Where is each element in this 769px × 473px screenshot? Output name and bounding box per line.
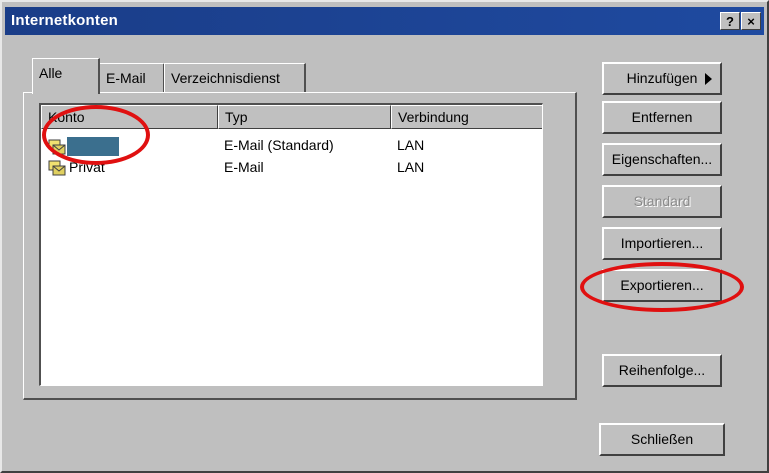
row-typ: E-Mail [224,159,264,175]
window-title: Internetkonten [11,12,118,29]
close-window-button[interactable]: × [741,12,761,30]
row-typ: E-Mail (Standard) [224,137,334,153]
add-button-label: Hinzufügen [626,70,698,86]
add-button[interactable]: Hinzufügen [602,62,722,95]
import-button[interactable]: Importieren... [602,227,722,260]
title-bar[interactable]: Internetkonten ? × [5,7,764,35]
tab-verzeichnisdienst[interactable]: Verzeichnisdienst [164,63,306,93]
row-verbindung: LAN [397,137,425,153]
mail-account-icon [48,160,66,176]
tab-alle[interactable]: Alle [32,58,100,94]
arrow-right-icon [705,73,712,85]
close-button[interactable]: Schließen [599,423,725,456]
highlight-circle-export [580,262,744,312]
column-header-typ[interactable]: Typ [218,105,391,129]
order-button[interactable]: Reihenfolge... [602,354,722,387]
tab-email[interactable]: E-Mail [99,63,165,93]
remove-button[interactable]: Entfernen [602,101,722,134]
help-button[interactable]: ? [720,12,740,30]
row-verbindung: LAN [397,159,425,175]
column-header-verbindung[interactable]: Verbindung [391,105,542,129]
set-default-button[interactable]: Standard [602,185,722,218]
properties-button[interactable]: Eigenschaften... [602,143,722,176]
internetkonten-dialog: Internetkonten ? × Alle E-Mail Verzeichn… [0,0,769,473]
highlight-circle-account [42,105,150,165]
